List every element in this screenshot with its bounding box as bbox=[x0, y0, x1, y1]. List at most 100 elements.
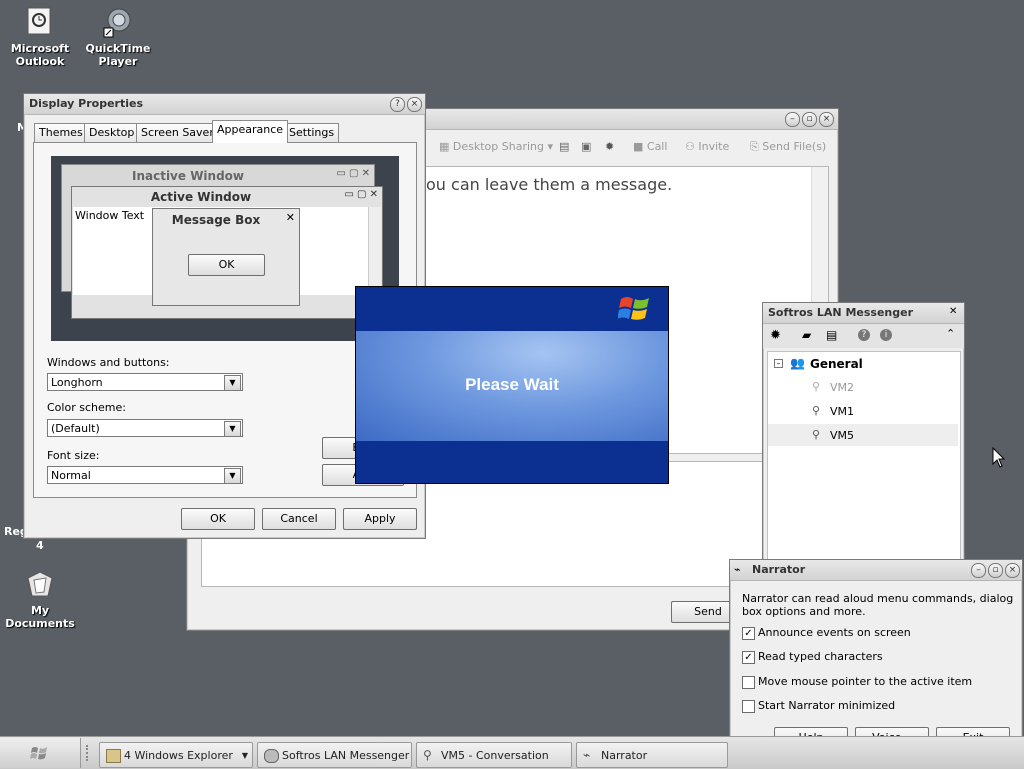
narrator-icon: ⌁ bbox=[583, 748, 591, 762]
gear-icon[interactable]: ✹ bbox=[770, 328, 781, 343]
checkbox-label: Read typed characters bbox=[758, 650, 883, 663]
group-label[interactable]: General bbox=[810, 357, 863, 371]
minimize-button[interactable]: – bbox=[785, 112, 800, 127]
move-mouse-pointer-checkbox[interactable] bbox=[742, 676, 755, 689]
windows-buttons-select[interactable]: Longhorn ▼ bbox=[47, 373, 243, 391]
minimize-button[interactable]: – bbox=[971, 563, 986, 578]
narrator-titlebar: ⌁ Narrator – ▫ × bbox=[730, 560, 1022, 581]
collapse-icon[interactable]: ⌃ bbox=[946, 327, 955, 340]
contact-name: VM5 bbox=[830, 429, 855, 442]
taskbar-item-narrator[interactable]: ⌁ Narrator bbox=[576, 742, 728, 768]
message-box-ok-button: OK bbox=[188, 254, 265, 276]
preview-scrollbar bbox=[368, 207, 381, 295]
active-window-controls: ▭ ▢ ✕ bbox=[344, 189, 378, 200]
tab-strip: Themes Desktop Screen Saver Appearance S… bbox=[33, 120, 417, 143]
inactive-window-title: Inactive Window bbox=[131, 169, 245, 183]
open-folder-icon[interactable]: ▰ bbox=[802, 328, 811, 342]
camera-icon: ■ bbox=[633, 140, 647, 153]
restore-button[interactable]: ▫ bbox=[802, 112, 817, 127]
checkbox-label: Start Narrator minimized bbox=[758, 699, 896, 712]
tab-themes[interactable]: Themes bbox=[34, 123, 88, 142]
desktop-sharing-button[interactable]: ▦ Desktop Sharing ▾ bbox=[439, 140, 553, 153]
history-icon[interactable]: ▣ bbox=[581, 140, 591, 153]
taskbar: 4 Windows Explorer ▼ Softros LAN Messeng… bbox=[0, 736, 1024, 769]
contact-name: VM1 bbox=[830, 405, 855, 418]
close-button[interactable]: × bbox=[819, 112, 834, 127]
please-wait-text: Please Wait bbox=[465, 375, 559, 394]
ok-button[interactable]: OK bbox=[181, 508, 255, 530]
close-button[interactable]: × bbox=[407, 97, 422, 112]
desktop-icon-my-documents[interactable]: My Documents bbox=[0, 568, 80, 630]
desktop-icon-outlook[interactable]: Microsoft Outlook bbox=[0, 6, 80, 68]
invite-icon: ⚇ bbox=[685, 140, 699, 153]
desktop-sharing-icon: ▦ bbox=[439, 140, 453, 153]
settings-icon[interactable]: ✹ bbox=[605, 140, 614, 153]
send-files-icon: ⎘ bbox=[750, 140, 763, 153]
info-icon[interactable]: i bbox=[880, 329, 892, 341]
history-icon[interactable]: ▤ bbox=[826, 328, 837, 342]
tab-desktop[interactable]: Desktop bbox=[84, 123, 140, 142]
close-icon[interactable]: ✕ bbox=[949, 306, 957, 317]
group-icon: 👥 bbox=[790, 356, 805, 370]
desktop-icon-label: QuickTime Player bbox=[85, 42, 151, 68]
font-size-label: Font size: bbox=[47, 449, 100, 462]
color-scheme-label: Color scheme: bbox=[47, 401, 126, 414]
collapse-toggle-icon[interactable]: – bbox=[774, 359, 783, 368]
taskbar-item-windows-explorer[interactable]: 4 Windows Explorer ▼ bbox=[99, 742, 253, 768]
close-button[interactable]: × bbox=[1005, 563, 1020, 578]
windows-buttons-label: Windows and buttons: bbox=[47, 356, 170, 369]
desktop-icon-quicktime[interactable]: QuickTime Player bbox=[78, 6, 158, 68]
messenger-icon bbox=[264, 749, 279, 763]
send-files-button[interactable]: ⎘ Send File(s) bbox=[750, 140, 826, 154]
chevron-down-icon[interactable]: ▼ bbox=[224, 375, 241, 391]
message-box-close-icon: ✕ bbox=[285, 211, 295, 224]
folder-icon bbox=[106, 749, 121, 763]
tab-settings[interactable]: Settings bbox=[284, 123, 340, 142]
appearance-preview: Inactive Window ▭ ▢ ✕ Active Window ▭ ▢ … bbox=[51, 156, 399, 341]
lan-messenger-window: Softros LAN Messenger ✕ ✹ ▰ ▤ ? i ⌃ – 👥 … bbox=[762, 302, 965, 574]
window-text-sample: Window Text bbox=[75, 209, 145, 222]
start-minimized-checkbox[interactable] bbox=[742, 700, 755, 713]
user-icon: ⚲ bbox=[812, 428, 821, 441]
help-button[interactable]: ? bbox=[390, 97, 405, 112]
contact-row-vm1[interactable]: ⚲ VM1 bbox=[768, 400, 958, 422]
windows-logo-icon bbox=[30, 745, 50, 765]
font-size-select[interactable]: Normal ▼ bbox=[47, 466, 243, 484]
narrator-icon: ⌁ bbox=[734, 563, 741, 576]
contacts-icon[interactable]: ▤ bbox=[559, 140, 569, 153]
contact-row-vm5[interactable]: ⚲ VM5 bbox=[768, 424, 958, 446]
tab-screen-saver[interactable]: Screen Saver bbox=[136, 123, 219, 142]
contact-list: – 👥 General ⚲ VM2 ⚲ VM1 ⚲ VM5 bbox=[767, 351, 961, 571]
window-title: Display Properties bbox=[29, 97, 144, 110]
restore-button[interactable]: ▫ bbox=[988, 563, 1003, 578]
taskbar-item-lan-messenger[interactable]: Softros LAN Messenger bbox=[257, 742, 412, 768]
announce-events-checkbox[interactable]: ✓ bbox=[742, 627, 755, 640]
cancel-button[interactable]: Cancel bbox=[262, 508, 336, 530]
my-documents-icon bbox=[24, 568, 56, 600]
taskbar-grip bbox=[86, 745, 91, 761]
lan-messenger-titlebar: Softros LAN Messenger ✕ bbox=[763, 303, 964, 324]
message-box-preview: Message Box ✕ OK bbox=[152, 208, 300, 306]
tab-appearance[interactable]: Appearance bbox=[212, 120, 289, 143]
help-icon[interactable]: ? bbox=[858, 329, 870, 341]
desktop-icon-label: Microsoft Outlook bbox=[10, 42, 70, 68]
windows-logo-icon bbox=[617, 293, 652, 328]
user-offline-icon: ⚲ bbox=[812, 380, 821, 393]
chevron-down-icon[interactable]: ▼ bbox=[224, 421, 241, 437]
invite-button[interactable]: ⚇ Invite bbox=[685, 140, 729, 153]
call-button[interactable]: ■ Call bbox=[633, 140, 667, 153]
user-icon: ⚲ bbox=[812, 404, 821, 417]
checkbox-label: Move mouse pointer to the active item bbox=[758, 675, 973, 688]
apply-button[interactable]: Apply bbox=[343, 508, 417, 530]
read-typed-characters-checkbox[interactable]: ✓ bbox=[742, 651, 755, 664]
checkbox-label: Announce events on screen bbox=[758, 626, 911, 639]
contact-name: VM2 bbox=[830, 381, 855, 394]
chevron-down-icon[interactable]: ▼ bbox=[224, 468, 241, 484]
user-icon: ⚲ bbox=[423, 748, 432, 762]
contact-row-vm2[interactable]: ⚲ VM2 bbox=[768, 376, 958, 398]
window-title: Softros LAN Messenger bbox=[768, 306, 913, 319]
start-button[interactable] bbox=[0, 738, 81, 768]
taskbar-item-vm5-conversation[interactable]: ⚲ VM5 - Conversation bbox=[416, 742, 572, 768]
window-title: Narrator bbox=[752, 563, 806, 576]
color-scheme-select[interactable]: (Default) ▼ bbox=[47, 419, 243, 437]
